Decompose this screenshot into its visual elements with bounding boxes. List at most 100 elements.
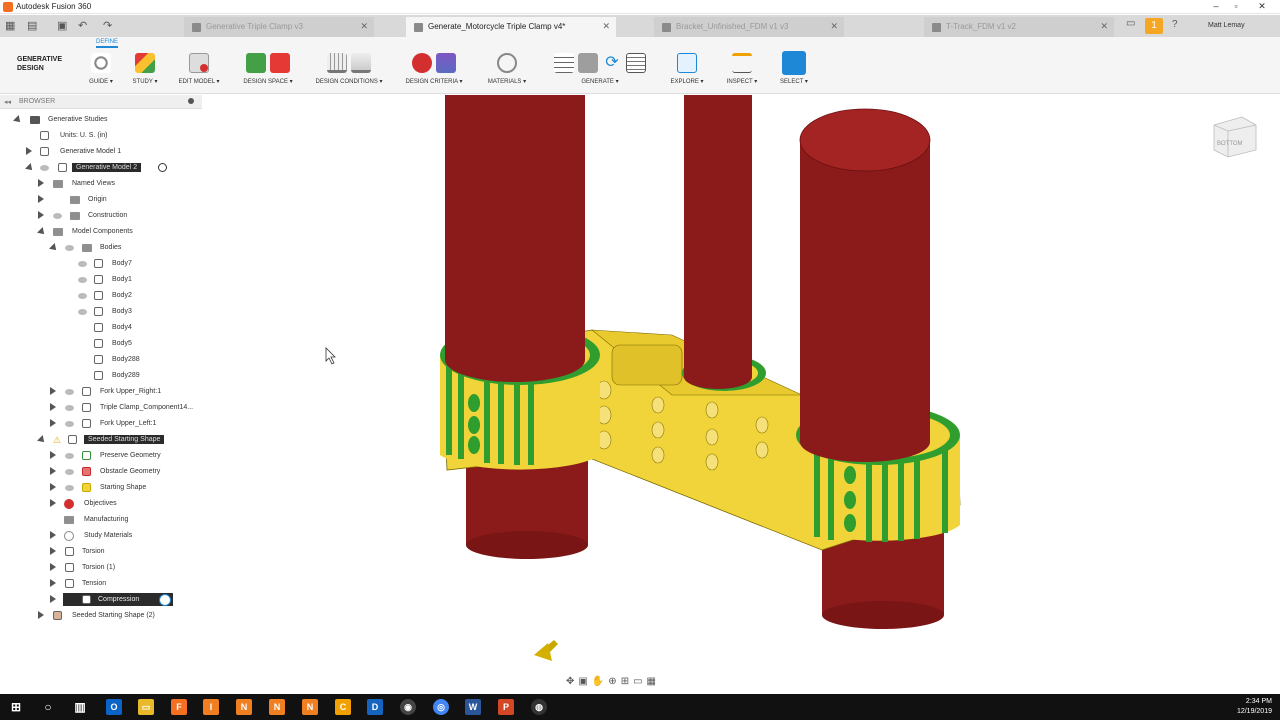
design-criteria-group[interactable]: DESIGN CRITERIA ▾ (402, 53, 466, 87)
visibility-eye-icon[interactable] (78, 277, 87, 283)
expand-arrow-icon[interactable] (50, 419, 56, 427)
close-window-button[interactable]: ✕ (1252, 1, 1272, 12)
zoom-icon[interactable]: ⊕ (608, 676, 616, 690)
inspect-group[interactable]: INSPECT ▾ (722, 53, 762, 87)
file-menu-icon[interactable]: ▤ (27, 19, 37, 32)
workspace-switcher[interactable]: GENERATIVE DESIGN (17, 55, 62, 73)
outlook-icon[interactable]: O (106, 699, 122, 715)
file-explorer-icon[interactable]: ▭ (138, 699, 154, 715)
visibility-eye-icon[interactable] (78, 261, 87, 267)
windows-start-icon[interactable]: ⊞ (8, 699, 24, 715)
expand-arrow-icon[interactable] (50, 483, 56, 491)
left-upper-fork-tube[interactable] (445, 95, 585, 382)
close-tab-icon[interactable]: ✕ (1100, 21, 1108, 32)
study-group[interactable]: STUDY ▾ (128, 53, 162, 87)
tab-generate-motorcycle-triple-clamp[interactable]: Generate_Motorcycle Triple Clamp v4* ✕ (406, 17, 616, 37)
tab-generative-triple-clamp[interactable]: Generative Triple Clamp v3 ✕ (184, 17, 374, 37)
expand-arrow-icon[interactable] (50, 467, 56, 475)
powerpoint-icon[interactable]: P (498, 699, 514, 715)
steering-stem-tube[interactable] (684, 95, 752, 389)
design-space-group[interactable]: DESIGN SPACE ▾ (238, 53, 298, 87)
chrome-icon[interactable]: ◎ (433, 699, 449, 715)
save-icon[interactable]: ▣ (57, 19, 67, 32)
nastran-3-icon[interactable]: N (302, 699, 318, 715)
collapse-arrow-icon[interactable] (49, 243, 59, 253)
visibility-eye-icon[interactable] (78, 309, 87, 315)
nastran-icon[interactable]: N (236, 699, 252, 715)
fusion-taskbar-icon[interactable]: F (171, 699, 187, 715)
activate-radio-icon[interactable] (159, 594, 171, 606)
notification-badge[interactable]: 1 (1145, 18, 1163, 34)
maximize-button[interactable]: ▫ (1226, 1, 1246, 11)
expand-arrow-icon[interactable] (26, 147, 32, 155)
expand-arrow-icon[interactable] (38, 211, 44, 219)
left-lower-fork-tube[interactable] (466, 455, 588, 559)
visibility-eye-icon[interactable] (65, 485, 74, 491)
task-view-icon[interactable]: ▥ (72, 699, 88, 715)
expand-arrow-icon[interactable] (38, 195, 44, 203)
expand-arrow-icon[interactable] (50, 403, 56, 411)
expand-arrow-icon[interactable] (50, 451, 56, 459)
grid-settings-icon[interactable]: ▦ (647, 676, 656, 690)
collapse-arrow-icon[interactable] (37, 227, 47, 237)
visibility-eye-icon[interactable] (40, 165, 49, 171)
word-icon[interactable]: W (465, 699, 481, 715)
visibility-eye-icon[interactable] (65, 405, 74, 411)
expand-arrow-icon[interactable] (50, 499, 56, 507)
expand-arrow-icon[interactable] (50, 563, 56, 571)
edit-model-group[interactable]: EDIT MODEL ▾ (174, 53, 224, 87)
view-cube[interactable]: BOTTOM (1213, 116, 1257, 158)
display-settings-icon[interactable]: ▭ (633, 676, 642, 690)
collapse-arrow-icon[interactable] (13, 115, 23, 125)
visibility-eye-icon[interactable] (65, 453, 74, 459)
select-group[interactable]: SELECT ▾ (776, 51, 812, 87)
tab-define[interactable]: DEFINE (96, 39, 119, 48)
tab-t-track[interactable]: T-Track_FDM v1 v2 ✕ (924, 17, 1114, 37)
nastran-2-icon[interactable]: N (269, 699, 285, 715)
visibility-eye-icon[interactable] (65, 389, 74, 395)
cfd-icon[interactable]: C (335, 699, 351, 715)
materials-group[interactable]: MATERIALS ▾ (482, 53, 532, 87)
3d-viewport[interactable]: BOTTOM (202, 95, 1280, 695)
pan-icon[interactable]: ✋ (592, 676, 604, 690)
expand-arrow-icon[interactable] (50, 547, 56, 555)
activate-radio-icon[interactable] (158, 163, 167, 172)
undo-icon[interactable]: ↶ (78, 19, 87, 32)
expand-arrow-icon[interactable] (50, 579, 56, 587)
expand-arrow-icon[interactable] (50, 531, 56, 539)
zoom-window-icon[interactable]: ⊞ (621, 676, 629, 690)
compression-load-arrow[interactable] (534, 640, 558, 661)
redo-icon[interactable]: ↷ (103, 19, 112, 32)
generate-group[interactable]: ⟳ GENERATE ▾ (540, 53, 660, 87)
expand-arrow-icon[interactable] (50, 595, 56, 603)
close-tab-icon[interactable]: ✕ (602, 21, 610, 32)
obs-icon[interactable]: ◍ (531, 699, 547, 715)
browser-pin-icon[interactable] (188, 98, 194, 104)
expand-arrow-icon[interactable] (38, 179, 44, 187)
help-icon[interactable]: ? (1172, 19, 1178, 30)
expand-arrow-icon[interactable] (38, 611, 44, 619)
visibility-eye-icon[interactable] (65, 421, 74, 427)
visibility-eye-icon[interactable] (78, 293, 87, 299)
explore-group[interactable]: EXPLORE ▾ (666, 53, 708, 87)
inventor-icon[interactable]: I (203, 699, 219, 715)
system-clock[interactable]: 2:34 PM 12/19/2019 (1237, 697, 1272, 717)
minimize-button[interactable]: – (1206, 1, 1226, 11)
collapse-arrow-icon[interactable] (37, 435, 47, 445)
search-icon[interactable]: ○ (40, 699, 56, 715)
right-upper-fork-tube[interactable] (799, 108, 931, 462)
user-account[interactable]: Matt Lemay (1208, 22, 1245, 29)
job-status-icon[interactable]: ▭ (1126, 18, 1135, 29)
desktop-connector-icon[interactable]: D (367, 699, 383, 715)
collapse-arrow-icon[interactable] (25, 163, 35, 173)
orbit-icon[interactable]: ✥ (566, 676, 574, 690)
design-conditions-group[interactable]: DESIGN CONDITIONS ▾ (310, 53, 388, 87)
look-at-icon[interactable]: ▣ (578, 676, 587, 690)
visibility-eye-icon[interactable] (53, 213, 62, 219)
app-icon[interactable]: ◉ (400, 699, 416, 715)
app-grid-icon[interactable]: ▦ (5, 19, 15, 32)
visibility-eye-icon[interactable] (65, 245, 74, 251)
collapse-icon[interactable]: ◂◂ (4, 98, 11, 106)
expand-arrow-icon[interactable] (50, 387, 56, 395)
close-tab-icon[interactable]: ✕ (360, 21, 368, 32)
